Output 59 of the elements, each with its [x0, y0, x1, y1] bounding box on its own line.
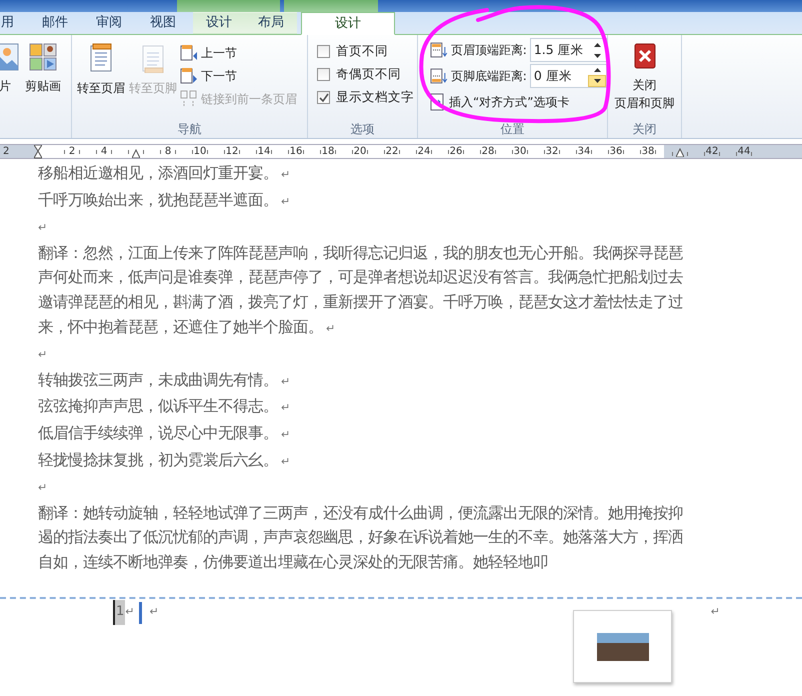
ruler-number: 36: [610, 146, 622, 156]
ruler-number: 2: [68, 146, 76, 156]
ruler-number: 4: [100, 146, 108, 156]
group-label: 导航: [176, 121, 202, 138]
ribbon-button[interactable]: 下一节: [180, 64, 297, 87]
insert-alignment-tab-button[interactable]: 插入“对齐方式”选项卡: [430, 90, 607, 113]
ruler-number: 20: [354, 146, 366, 156]
paragraph-text: 翻译：忽然，江面上传来了阵阵琵琶声响，我听得忘记归返，我的朋友也无心开船。我俩探寻琵琶声何处而来，低声问是谁奏弹，琵琶声停了，可是弹者想说却迟迟没有答言。我俩急忙把船划过去邀请弹琵琶的相见，斟满了酒，拨亮了灯，重新摆开了酒宴。千呼万唤，琵琶女这才羞怯怯走了过来，怀中抱着琵琶，还遮住了她半个脸面。 ↵: [38, 242, 684, 338]
ribbon-tab[interactable]: 设计: [193, 12, 245, 34]
checkbox-label[interactable]: 奇偶页不同: [336, 65, 401, 84]
ruler-number: 26: [450, 146, 462, 156]
paragraph-mark: ↵: [38, 481, 48, 494]
ribbon-button[interactable]: 转至页眉: [76, 39, 126, 120]
ribbon-tab[interactable]: 邮件: [28, 12, 82, 34]
paragraph-mark: ↵: [38, 221, 48, 234]
paragraph-text: 轻拢慢捻抹复挑，初为霓裳后六幺。 ↵: [38, 450, 292, 471]
paragraph-text: 弦弦掩抑声声思，似诉平生不得志。 ↵: [38, 396, 292, 418]
paragraph-text: 移船相近邀相见，添酒回灯重开宴。 ↵: [38, 163, 292, 184]
ribbon-tab[interactable]: 设计: [301, 12, 395, 35]
ribbon-tab[interactable]: 视图: [136, 12, 190, 34]
paragraph-text: 千呼万唤始出来，犹抱琵琶半遮面。 ↵: [38, 190, 292, 211]
paragraph-mark: ↵: [710, 604, 720, 620]
paragraph-text: 低眉信手续续弹，说尽心中无限事。 ↵: [38, 422, 292, 444]
checkbox-label[interactable]: 显示文档文字: [336, 88, 414, 107]
ruler-number: 16: [290, 146, 302, 156]
checkbox-label[interactable]: 首页不同: [336, 42, 388, 61]
group-label: 选项: [350, 121, 376, 138]
ribbon-tab[interactable]: 布局: [245, 12, 297, 34]
ruler-number: 30: [514, 146, 526, 156]
paragraph-text: 翻译：她转动旋轴，轻轻地试弹了三两声，还没有成什么曲调，便流露出无限的深情。她用掩按抑遏的指法奏出了低沉忧郁的声调，声声哀怨幽思，好象在诉说着她一生的不幸。她落落大方，挥洒自如，连续不断地弹奏，仿佛要道出埋藏在心灵深处的无限苦痛。她轻轻地叩: [38, 502, 684, 573]
paragraph-mark: ↵: [125, 604, 134, 620]
spin-field[interactable]: 0 厘米: [530, 64, 607, 88]
ribbon-button[interactable]: 剪贴画: [24, 39, 62, 120]
paragraph-mark: ↵: [38, 348, 48, 362]
paragraph-mark: ↵: [150, 604, 159, 620]
ruler-number: 32: [546, 146, 558, 156]
ruler-number: 8: [164, 146, 172, 156]
ruler-number: 24: [418, 146, 430, 156]
ribbon-button[interactable]: 上一节: [180, 41, 297, 64]
ruler-number: 42: [706, 146, 718, 156]
field-label: 页眉顶端距离:: [450, 42, 527, 59]
group-label: 位置: [500, 121, 526, 138]
ruler-number: 28: [482, 146, 494, 156]
ruler-number: 12: [226, 146, 238, 156]
ruler-number: 38: [642, 146, 654, 156]
ruler-number: 34: [578, 146, 590, 156]
group-label: 关闭: [632, 121, 658, 138]
paragraph-text: 转轴拨弦三两声，未成曲调先有情。 ↵: [38, 370, 292, 391]
ruler-number: 14: [258, 146, 270, 156]
ruler-number: 18: [322, 146, 334, 156]
ruler-number: 2: [3, 146, 10, 156]
ruler-number: 10: [194, 146, 206, 156]
field-label: 页脚底端距离:: [450, 68, 527, 85]
spin-field[interactable]: 1.5 厘米: [530, 38, 607, 62]
close-header-footer-button[interactable]: 关闭 页眉和页脚: [614, 39, 676, 120]
ribbon-tab[interactable]: 用: [0, 12, 28, 34]
ruler-number: 22: [386, 146, 398, 156]
ruler-number: 44: [738, 146, 750, 156]
ribbon-tab[interactable]: 审阅: [82, 12, 136, 34]
